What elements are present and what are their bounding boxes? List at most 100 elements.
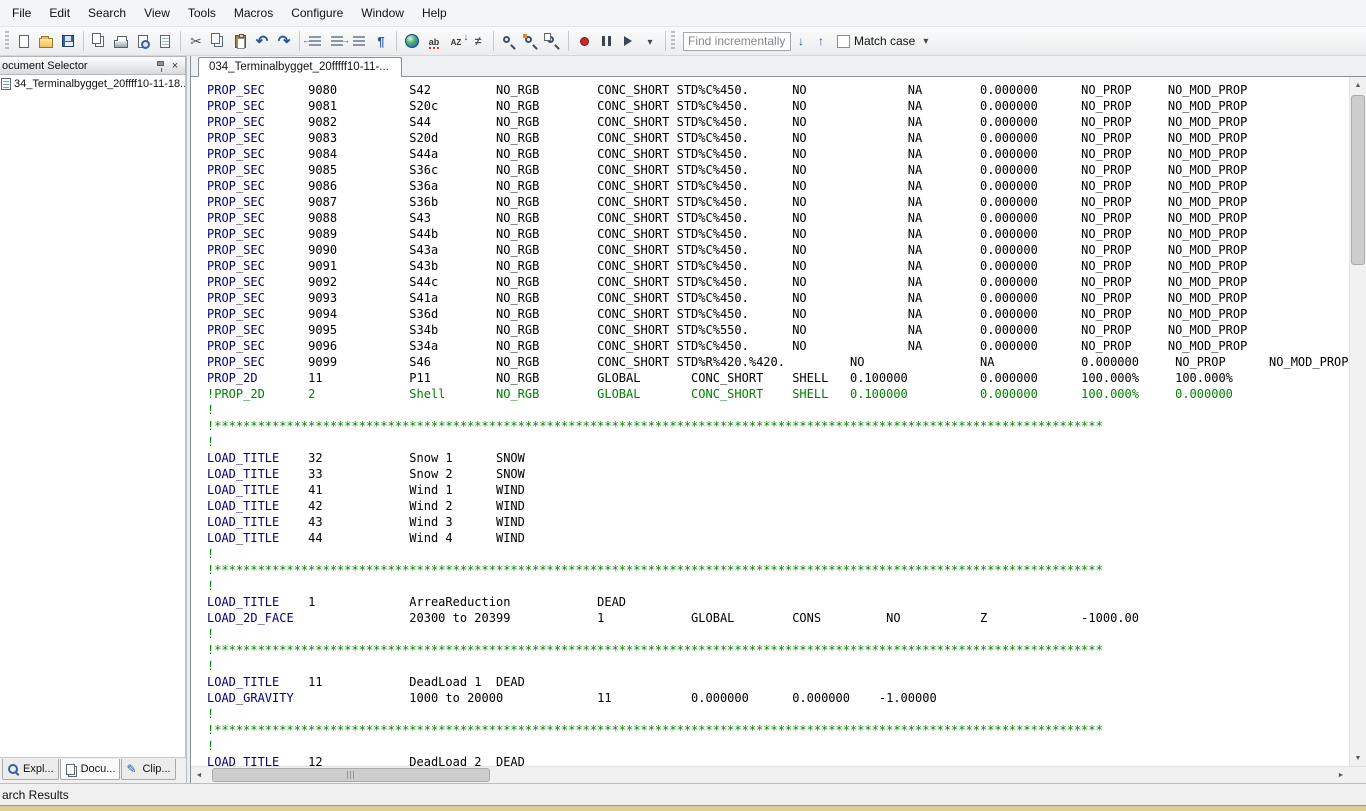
editor-column: 034_Terminalbygget_20fffff10-11-... PROP… [191,56,1366,783]
document-selector-title: ocument Selector [2,59,88,72]
menu-macros[interactable]: Macros [225,1,282,25]
find-next-up-button[interactable]: ↑ [811,31,831,51]
document-selector-header: ocument Selector × [0,56,186,75]
scroll-thumb-grip [346,771,356,779]
textpad-window: File Edit Search View Tools Macros Configure Wi… [0,0,1366,811]
dock-tab-bar: Expl... Docu... Clip... [0,758,186,783]
toolbar-grip[interactable] [5,31,9,51]
print-preview-icon[interactable] [132,30,154,52]
toolbar-separator [180,31,181,51]
documents-icon [65,763,78,776]
scroll-left-arrow[interactable]: ◄ [191,767,207,783]
menu-bar: File Edit Search View Tools Macros Configure Wi… [0,0,1366,27]
redo-icon[interactable] [273,30,295,52]
unindent-icon[interactable] [302,30,326,52]
copy-icon[interactable] [207,30,229,52]
open-file-icon[interactable] [35,30,57,52]
document-tab-bar: 034_Terminalbygget_20fffff10-11-... [191,56,1366,77]
menu-search[interactable]: Search [79,1,135,25]
pin-icon[interactable] [154,59,168,73]
horizontal-scrollbar-row: ◄ ► [191,766,1366,783]
toolbar-separator [396,31,397,51]
main-region: ocument Selector × 34_Terminalbygget_20f… [0,56,1366,783]
scroll-right-arrow[interactable]: ► [1333,767,1349,783]
document-tab-label: 034_Terminalbygget_20fffff10-11-... [209,61,389,73]
find-in-files-icon[interactable] [542,30,564,52]
vertical-scrollbar[interactable]: ▲ ▼ [1349,77,1366,766]
document-list: 34_Terminalbygget_20ffff10-11-18... [0,75,186,758]
incremental-find-input[interactable] [683,31,791,51]
indent-icon[interactable] [326,30,350,52]
toolbar-separator [665,31,666,51]
compare-icon[interactable] [467,30,489,52]
editor-area[interactable]: PROP_SEC 9080 S42 NO_RGB CONC_SHORT STD%C%450… [191,77,1349,766]
file-icon [1,78,11,90]
new-document-icon[interactable] [13,30,35,52]
document-list-item[interactable]: 34_Terminalbygget_20ffff10-11-18... [0,77,185,91]
tab-document-selector-label: Docu... [80,763,116,775]
menu-tools[interactable]: Tools [179,1,225,25]
menu-window[interactable]: Window [352,1,413,25]
scrollbar-corner [1349,767,1366,783]
main-toolbar-icons [13,30,661,52]
tab-document-selector[interactable]: Docu... [59,759,121,780]
tab-clip-library[interactable]: Clip... [121,759,176,780]
match-case-control[interactable]: Match case [837,34,915,48]
sort-icon[interactable] [445,30,468,52]
document-selector-panel: ocument Selector × 34_Terminalbygget_20f… [0,56,186,783]
toolbar-separator [568,31,569,51]
main-toolbar: ↓ ↑ Match case ▾ [0,27,1366,56]
record-macro-icon[interactable] [573,30,595,52]
macro-menu-icon[interactable] [639,30,661,52]
save-file-icon[interactable] [57,30,79,52]
vertical-scroll-thumb[interactable] [1351,95,1365,265]
explorer-icon [7,763,20,776]
play-macro-icon[interactable] [617,30,639,52]
arrow-up-icon: ↑ [818,34,824,48]
toolbar-separator [83,31,84,51]
toolbar-separator [493,31,494,51]
bottom-strip [0,805,1366,811]
menu-help[interactable]: Help [413,1,456,25]
arrow-down-icon: ↓ [798,34,804,48]
editor-wrap: PROP_SEC 9080 S42 NO_RGB CONC_SHORT STD%C%450… [191,77,1366,766]
document-name: 34_Terminalbygget_20ffff10-11-18... [14,78,186,90]
find-icon[interactable] [498,30,520,52]
close-icon[interactable]: × [168,59,182,73]
toolbar-overflow-chevron[interactable]: ▾ [923,36,928,47]
vertical-scroll-track[interactable] [1350,93,1366,750]
find-next-down-button[interactable]: ↓ [791,31,811,51]
match-case-label: Match case [854,34,916,48]
print-icon[interactable] [110,30,132,52]
tab-clip-library-label: Clip... [142,763,171,775]
menu-configure[interactable]: Configure [282,1,352,25]
match-case-checkbox[interactable] [837,34,850,48]
show-formatting-icon[interactable] [370,30,392,52]
compare-files-icon[interactable] [88,30,110,52]
horizontal-scrollbar[interactable]: ◄ ► [191,767,1349,783]
cut-icon[interactable] [185,30,207,52]
undo-icon[interactable] [251,30,273,52]
toolbar-separator [299,31,300,51]
scroll-down-arrow[interactable]: ▼ [1350,750,1366,766]
menu-file[interactable]: File [3,1,40,25]
replace-icon[interactable] [520,30,542,52]
scroll-up-arrow[interactable]: ▲ [1350,77,1366,93]
document-properties-icon[interactable] [154,30,176,52]
horizontal-scroll-track[interactable] [207,767,1333,783]
tab-explorer[interactable]: Expl... [2,759,59,780]
incremental-find-toolbar: ↓ ↑ Match case ▾ [683,31,928,51]
paste-icon[interactable] [229,30,251,52]
search-results-label: arch Results [2,787,69,802]
block-select-icon[interactable] [348,30,370,52]
pause-macro-icon[interactable] [595,30,617,52]
clip-pen-icon [126,762,139,776]
code-area: PROP_SEC 9080 S42 NO_RGB CONC_SHORT STD%C%450… [207,83,1349,766]
menu-edit[interactable]: Edit [40,1,79,25]
document-tab[interactable]: 034_Terminalbygget_20fffff10-11-... [198,57,402,77]
spell-check-icon[interactable] [423,30,445,52]
view-in-browser-icon[interactable] [401,30,423,52]
menu-view[interactable]: View [135,1,179,25]
horizontal-scroll-thumb[interactable] [212,768,490,782]
find-toolbar-grip[interactable] [671,31,675,51]
